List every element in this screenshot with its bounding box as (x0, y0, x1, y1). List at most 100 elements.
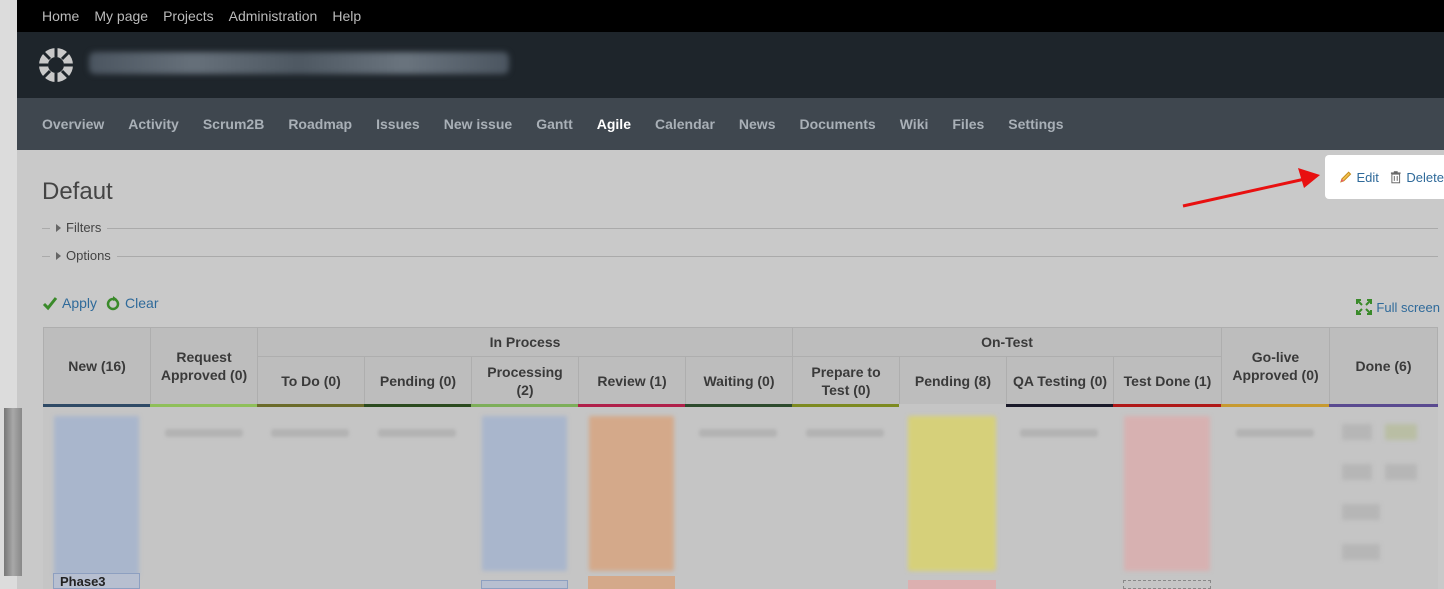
filters-fieldset: Filters (42, 220, 1438, 236)
add-issue-button[interactable] (1236, 429, 1314, 437)
swimlane-label: Phase3 (53, 573, 140, 589)
column-label: New (16) (68, 358, 126, 374)
main-menu: Overview Activity Scrum2B Roadmap Issues… (17, 98, 1444, 150)
page-title: Defaut (42, 178, 113, 205)
add-issue-button[interactable] (271, 429, 349, 437)
column-label: Test Done (1) (1123, 372, 1212, 389)
tab-news[interactable]: News (739, 116, 776, 132)
pencil-icon (1340, 171, 1352, 183)
delete-link[interactable]: Delete (1406, 170, 1444, 185)
column-header-pending: Pending (0) (364, 356, 472, 405)
tab-files[interactable]: Files (952, 116, 984, 132)
options-fieldset: Options (42, 248, 1438, 264)
issue-card[interactable] (1342, 424, 1372, 440)
tab-scrum2b[interactable]: Scrum2B (203, 116, 264, 132)
issue-card[interactable] (1385, 464, 1417, 480)
column-header-review: Review (1) (578, 356, 686, 405)
issue-card[interactable] (1385, 424, 1417, 440)
group-label: On-Test (981, 334, 1033, 350)
tab-settings[interactable]: Settings (1008, 116, 1063, 132)
project-header (17, 32, 1444, 98)
column-label: Go-live Approved (0) (1232, 349, 1319, 383)
logo-icon[interactable] (37, 46, 75, 84)
add-issue-button[interactable] (165, 429, 243, 437)
column-label: Waiting (0) (703, 372, 775, 389)
issue-card[interactable] (908, 416, 996, 571)
group-header-in-process: In Process (257, 327, 793, 357)
collapse-arrow-icon (56, 251, 61, 260)
issue-card[interactable] (1342, 504, 1380, 520)
tab-agile[interactable]: Agile (597, 116, 631, 132)
add-issue-button[interactable] (699, 429, 777, 437)
column-label: To Do (0) (281, 372, 341, 389)
top-menu-administration[interactable]: Administration (229, 8, 318, 24)
add-issue-button[interactable] (1020, 429, 1098, 437)
column-header-test-pending: Pending (8) (899, 356, 1007, 405)
add-issue-button[interactable] (378, 429, 456, 437)
column-label: Processing (2) (487, 363, 563, 398)
column-header-request-approved: Request Approved (0) (150, 327, 258, 405)
fullscreen-icon (1356, 299, 1373, 315)
column-header-processing: Processing (2) (471, 356, 579, 405)
issue-card[interactable] (482, 416, 567, 571)
column-header-to-do: To Do (0) (257, 356, 365, 405)
clear-link[interactable]: Clear (125, 295, 158, 311)
issue-card[interactable] (1124, 416, 1210, 571)
options-toggle[interactable]: Options (50, 248, 117, 263)
column-label: Done (6) (1355, 358, 1412, 374)
column-header-done: Done (6) (1329, 327, 1438, 405)
issue-card[interactable] (908, 580, 996, 589)
project-title-blurred (89, 52, 509, 74)
column-header-test-done: Test Done (1) (1113, 356, 1222, 405)
tab-new-issue[interactable]: New issue (444, 116, 512, 132)
query-buttons: Apply Clear (42, 295, 159, 311)
column-header-waiting: Waiting (0) (685, 356, 793, 405)
column-label: Pending (8) (914, 372, 992, 389)
add-issue-button[interactable] (806, 429, 884, 437)
column-header-prepare-to-test: Prepare to Test (0) (792, 356, 900, 405)
top-menu-my-page[interactable]: My page (94, 8, 148, 24)
tab-gantt[interactable]: Gantt (536, 116, 573, 132)
tab-calendar[interactable]: Calendar (655, 116, 715, 132)
column-label: Request Approved (0) (160, 349, 248, 383)
annotation-arrow-icon (1182, 168, 1320, 208)
tab-activity[interactable]: Activity (128, 116, 179, 132)
drop-placeholder (1123, 580, 1211, 589)
filters-label: Filters (66, 220, 102, 235)
group-header-on-test: On-Test (792, 327, 1222, 357)
top-menu-help[interactable]: Help (332, 8, 361, 24)
check-icon (42, 297, 58, 311)
issue-card[interactable] (589, 416, 674, 571)
tab-documents[interactable]: Documents (799, 116, 875, 132)
column-label: Pending (0) (379, 372, 457, 389)
apply-link[interactable]: Apply (62, 295, 97, 311)
trash-icon (1390, 171, 1401, 184)
top-menu: Home My page Projects Administration Hel… (17, 0, 1444, 32)
issue-card[interactable] (1342, 464, 1372, 480)
reload-icon (106, 296, 120, 311)
fullscreen-button[interactable]: Full screen (1356, 299, 1440, 315)
column-label: Prepare to Test (0) (811, 363, 881, 398)
column-header-new: New (16) (43, 327, 151, 405)
issue-card[interactable] (588, 576, 675, 589)
column-header-qa-testing: QA Testing (0) (1006, 356, 1114, 405)
edit-delete-actions: Edit Delete (1325, 155, 1444, 199)
issue-card[interactable] (481, 580, 568, 589)
top-menu-projects[interactable]: Projects (163, 8, 214, 24)
options-label: Options (66, 248, 111, 263)
tab-roadmap[interactable]: Roadmap (288, 116, 352, 132)
divider (42, 256, 1438, 257)
issue-card[interactable] (1342, 544, 1380, 560)
issue-card[interactable] (54, 416, 139, 576)
tab-issues[interactable]: Issues (376, 116, 420, 132)
filters-toggle[interactable]: Filters (50, 220, 108, 235)
column-header-go-live-approved: Go-live Approved (0) (1221, 327, 1330, 405)
group-label: In Process (489, 334, 561, 350)
tab-wiki[interactable]: Wiki (900, 116, 929, 132)
tab-overview[interactable]: Overview (42, 116, 104, 132)
top-menu-home[interactable]: Home (42, 8, 79, 24)
column-label: Review (1) (597, 372, 667, 389)
edit-link[interactable]: Edit (1357, 170, 1379, 185)
left-scroll-shadow (4, 408, 22, 576)
divider (42, 228, 1438, 229)
